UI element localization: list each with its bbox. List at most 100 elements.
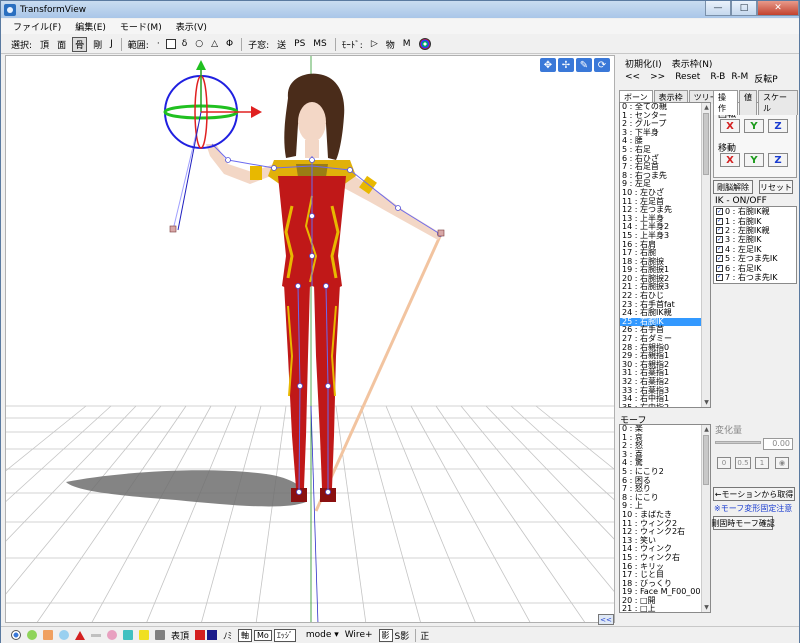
mode-m-button[interactable]: M <box>401 39 413 49</box>
sun-icon[interactable] <box>27 630 37 640</box>
blue-square-icon[interactable] <box>207 630 218 640</box>
tab-operation[interactable]: 操作 <box>713 90 738 115</box>
child-send-button[interactable]: 送 <box>275 38 288 51</box>
preset-05-button[interactable]: 0.5 <box>735 457 751 469</box>
nomi-label[interactable]: ﾉﾐ <box>223 629 232 642</box>
toolbar-divider <box>120 37 122 51</box>
ik-checkbox[interactable]: ✓ <box>716 245 723 253</box>
initialize-button[interactable]: 初期化(I) <box>625 57 662 70</box>
mode-dropdown[interactable]: mode ▾ <box>306 630 339 640</box>
ik-checkbox[interactable]: ✓ <box>716 264 723 272</box>
next-button[interactable]: >> <box>650 72 665 85</box>
bone-list-item[interactable]: 35 : 右中指2 <box>620 403 710 407</box>
morph-list-scrollbar[interactable]: ▲ ▼ <box>701 425 710 612</box>
ik-list-item[interactable]: ✓ 7 : 右つま先IK <box>714 273 796 282</box>
pen-icon[interactable]: ✎ <box>576 58 592 72</box>
ik-checkbox[interactable]: ✓ <box>716 255 723 263</box>
range-circle-button[interactable]: ○ <box>193 39 205 49</box>
ik-checkbox[interactable]: ✓ <box>716 273 723 281</box>
move-icon[interactable]: ✢ <box>558 58 574 72</box>
reset-pose-button[interactable]: リセット <box>759 180 793 194</box>
select-vertex-button[interactable]: 頂 <box>38 38 51 51</box>
bone-list[interactable]: 0 : 全ての親 1 : センター 2 : グループ 3 : 下半身 4 : 腰5 : … <box>619 102 711 408</box>
ik-checkbox[interactable]: ✓ <box>716 226 723 234</box>
tab-value[interactable]: 値 <box>739 90 757 115</box>
move-x-button[interactable]: X <box>720 153 740 167</box>
ik-checkbox[interactable]: ✓ <box>716 208 723 216</box>
get-from-motion-button[interactable]: ←モーションから取得 <box>713 487 795 501</box>
gray-icon[interactable] <box>155 630 165 640</box>
axis-toggle[interactable]: 軸 <box>238 628 253 642</box>
red-square-icon[interactable] <box>195 630 206 640</box>
triangle-icon[interactable] <box>75 630 85 640</box>
range-point-button[interactable]: · <box>155 39 162 49</box>
rb-button[interactable]: R-B <box>710 72 725 85</box>
rotate-x-button[interactable]: X <box>720 119 740 133</box>
minimize-button[interactable]: — <box>705 1 731 16</box>
prev-button[interactable]: << <box>625 72 640 85</box>
mode-physics-button[interactable]: 物 <box>384 38 397 51</box>
preset-0-button[interactable]: 0 <box>717 457 731 469</box>
morph-value-field[interactable]: 0.00 <box>763 438 793 450</box>
move-z-button[interactable]: Z <box>768 153 788 167</box>
range-rect-button[interactable] <box>165 39 176 49</box>
change-amount-label: 変化量 <box>715 426 743 436</box>
preset-1-button[interactable]: 1 <box>755 457 769 469</box>
close-button[interactable]: ✕ <box>757 1 799 16</box>
target-icon[interactable] <box>11 630 21 640</box>
confirm-morph-button[interactable]: 剛固時モーフ確認 <box>711 516 775 530</box>
flip-p-button[interactable]: 反転P <box>754 72 777 85</box>
character-neck <box>305 140 319 158</box>
morph-list-item[interactable]: 21 : □上 <box>620 605 710 612</box>
child-ms-button[interactable]: MS <box>311 39 328 49</box>
axis-gizmo-icon[interactable] <box>418 38 431 50</box>
move-all-icon[interactable]: ✥ <box>540 58 556 72</box>
pink-dot-icon[interactable] <box>107 630 117 640</box>
select-face-button[interactable]: 面 <box>55 38 68 51</box>
maximize-button[interactable]: □ <box>731 1 757 16</box>
move-y-button[interactable]: Y <box>744 153 764 167</box>
bone-link-line <box>172 125 199 231</box>
3d-viewport[interactable]: ✥ ✢ ✎ ⟳ <box>5 55 615 623</box>
yellow-icon[interactable] <box>139 630 149 640</box>
rotate-z-button[interactable]: Z <box>768 119 788 133</box>
self-shadow-toggle[interactable]: S影 <box>395 629 410 642</box>
rm-button[interactable]: R-M <box>731 72 748 85</box>
box-icon[interactable] <box>43 630 53 640</box>
menu-view[interactable]: 表示(V) <box>176 20 207 33</box>
orthographic-toggle[interactable]: 正 <box>415 628 429 642</box>
bone-list-scrollbar[interactable]: ▲ ▼ <box>701 103 710 407</box>
morph-list[interactable]: 0 : 楽1 : 哀2 : 怒3 : 喜4 : 驚5 : にこり2 6 : 困る 7… <box>619 424 711 613</box>
range-phi-button[interactable]: Φ <box>224 39 235 49</box>
rotate-icon[interactable]: ⟳ <box>594 58 610 72</box>
display-frame-button[interactable]: 表示枠(N) <box>672 57 713 70</box>
select-joint-button[interactable]: J <box>108 39 115 49</box>
ik-list[interactable]: ✓ 0 : 右腕IK親 ✓ 1 : 右腕IK ✓ 2 : 左腕IK親 ✓ 3 : 左腕IK ✓ 4… <box>713 206 797 284</box>
ik-checkbox[interactable]: ✓ <box>716 236 723 244</box>
shadow-toggle[interactable]: 影 <box>378 628 393 642</box>
reset-button[interactable]: Reset <box>675 72 700 85</box>
cyan-icon[interactable] <box>123 630 133 640</box>
range-triangle-button[interactable]: △ <box>209 39 220 49</box>
globe-icon[interactable] <box>59 630 69 640</box>
mode-play-button[interactable]: ▷ <box>369 39 380 49</box>
rotate-y-button[interactable]: Y <box>744 119 764 133</box>
menu-file[interactable]: ファイル(F) <box>13 20 61 33</box>
ik-checkbox[interactable]: ✓ <box>716 217 723 225</box>
edge-toggle[interactable]: ｴｯｼﾞ <box>273 628 296 642</box>
release-physics-button[interactable]: 剛脳解除 <box>713 180 753 194</box>
collapse-panel-button[interactable]: << <box>598 614 614 625</box>
mo-toggle[interactable]: Mo <box>254 629 272 641</box>
menu-edit[interactable]: 編集(E) <box>75 20 106 33</box>
line-icon[interactable] <box>91 633 101 637</box>
child-ps-button[interactable]: PS <box>292 39 307 49</box>
vertex-display-label[interactable]: 表頂 <box>171 629 189 642</box>
tab-scale[interactable]: スケール <box>758 90 798 115</box>
eye-icon[interactable]: ◉ <box>775 457 789 469</box>
select-bone-button[interactable]: 骨 <box>72 36 88 52</box>
range-lasso-button[interactable]: δ <box>180 39 190 49</box>
menu-mode[interactable]: モード(M) <box>120 20 162 33</box>
morph-slider[interactable] <box>715 441 761 444</box>
wire-toggle[interactable]: Wire+ <box>345 630 373 640</box>
select-rigid-button[interactable]: 剛 <box>91 38 104 51</box>
